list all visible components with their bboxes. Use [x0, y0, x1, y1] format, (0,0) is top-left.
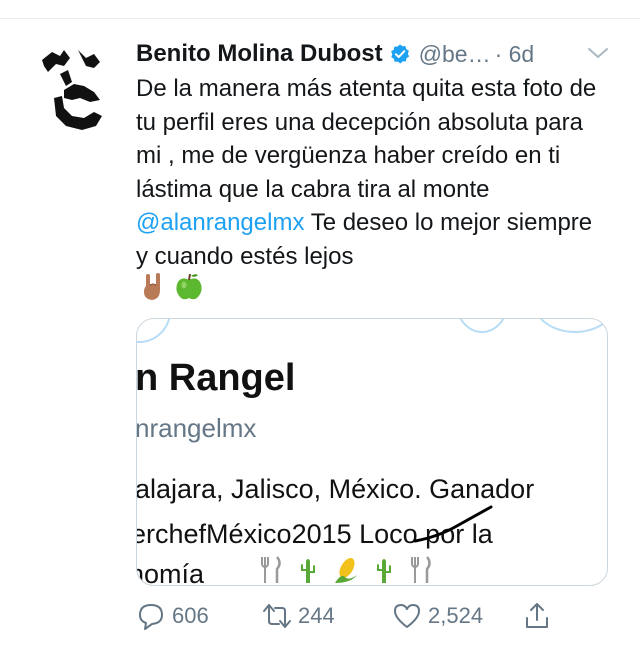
tweet-text: De la manera más atenta quita esta foto …: [136, 72, 606, 274]
retweet-icon: [263, 604, 291, 628]
author-handle[interactable]: @be…: [419, 41, 491, 68]
green-apple-emoji-icon: [176, 273, 202, 300]
top-divider: [0, 18, 640, 19]
mention-link[interactable]: @alanrangelmx: [136, 209, 304, 236]
like-button[interactable]: 2,524: [392, 596, 483, 636]
media-profile-handle: nrangelmx: [136, 413, 257, 443]
tweet-header: Benito Molina Dubost @be… · 6d: [136, 36, 616, 72]
retweet-button[interactable]: 244: [262, 596, 335, 636]
avatar[interactable]: [34, 42, 114, 132]
decorative-circle: [533, 319, 607, 333]
cactus-icon: [301, 559, 315, 583]
media-emojis: [257, 555, 435, 585]
tweet-actions: 606 244 2,524: [136, 596, 606, 636]
corn-icon: [335, 558, 357, 583]
decorative-circle: [137, 319, 171, 343]
share-icon: [526, 603, 548, 628]
heart-icon: [394, 604, 420, 628]
pen-scribble: [413, 505, 493, 543]
fork-knife-icon: [261, 556, 281, 583]
retweet-count: 244: [298, 603, 335, 628]
cactus-icon: [377, 559, 391, 583]
reply-count: 606: [172, 603, 209, 628]
tweet-emojis: [138, 272, 204, 302]
chevron-down-icon[interactable]: [586, 44, 610, 62]
tweet-timestamp[interactable]: · 6d: [495, 41, 535, 68]
rock-hand-emoji-icon: [144, 273, 160, 300]
author-name[interactable]: Benito Molina Dubost: [136, 40, 383, 68]
media-bio-line: nomía: [136, 559, 205, 586]
media-card[interactable]: n Rangel nrangelmx alajara, Jalisco, Méx…: [136, 318, 608, 586]
media-profile-name: n Rangel: [136, 357, 296, 399]
reply-icon: [139, 604, 163, 630]
share-button[interactable]: [522, 596, 552, 636]
reply-button[interactable]: 606: [136, 596, 209, 636]
like-count: 2,524: [428, 603, 484, 628]
verified-badge-icon: [390, 44, 409, 64]
decorative-circle: [455, 319, 509, 333]
fork-knife-icon: [411, 556, 431, 583]
tweet-text-part: De la manera más atenta quita esta foto …: [136, 75, 597, 203]
